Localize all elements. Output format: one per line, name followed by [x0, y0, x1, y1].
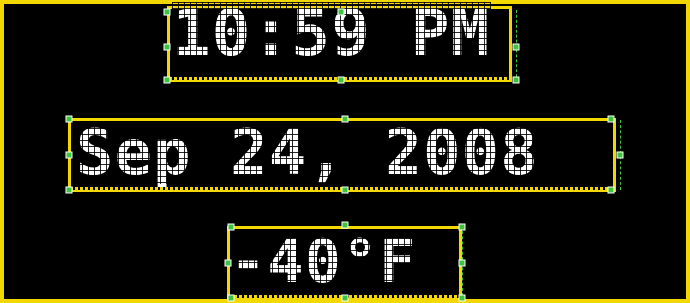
date-handle-top-center[interactable]	[341, 115, 349, 123]
temperature-handle-bottom-center[interactable]	[341, 294, 349, 302]
date-handle-mid-left[interactable]	[65, 151, 73, 159]
temperature-text: -40°F	[230, 227, 417, 297]
date-text: Sep 24, 2008	[76, 116, 539, 189]
date-handle-bottom-center[interactable]	[341, 186, 349, 194]
temperature-handle-top-left[interactable]	[227, 223, 235, 231]
time-handle-mid-left[interactable]	[163, 43, 171, 51]
temperature-handle-top-right[interactable]	[458, 223, 466, 231]
time-handle-bottom-right[interactable]	[512, 76, 520, 84]
time-handle-mid-right[interactable]	[512, 43, 520, 51]
temperature-handle-bottom-left[interactable]	[227, 294, 235, 302]
date-handle-bottom-left[interactable]	[65, 186, 73, 194]
date-handle-top-right[interactable]	[607, 115, 615, 123]
led-display-canvas: 10:59 PM Sep 24, 2008 -40°F	[0, 0, 690, 303]
date-handle-top-left[interactable]	[65, 115, 73, 123]
temperature-handle-top-center[interactable]	[341, 221, 349, 229]
temperature-handle-mid-right[interactable]	[458, 259, 466, 267]
temperature-handle-bottom-right[interactable]	[458, 294, 466, 302]
date-handle-mid-right[interactable]	[616, 151, 624, 159]
time-handle-top-center[interactable]	[337, 8, 345, 16]
time-handle-bottom-left[interactable]	[163, 76, 171, 84]
time-handle-bottom-center[interactable]	[337, 76, 345, 84]
time-text: 10:59 PM	[172, 0, 491, 71]
date-handle-bottom-right[interactable]	[607, 186, 615, 194]
time-handle-top-left[interactable]	[163, 8, 171, 16]
temperature-handle-mid-left[interactable]	[224, 259, 232, 267]
